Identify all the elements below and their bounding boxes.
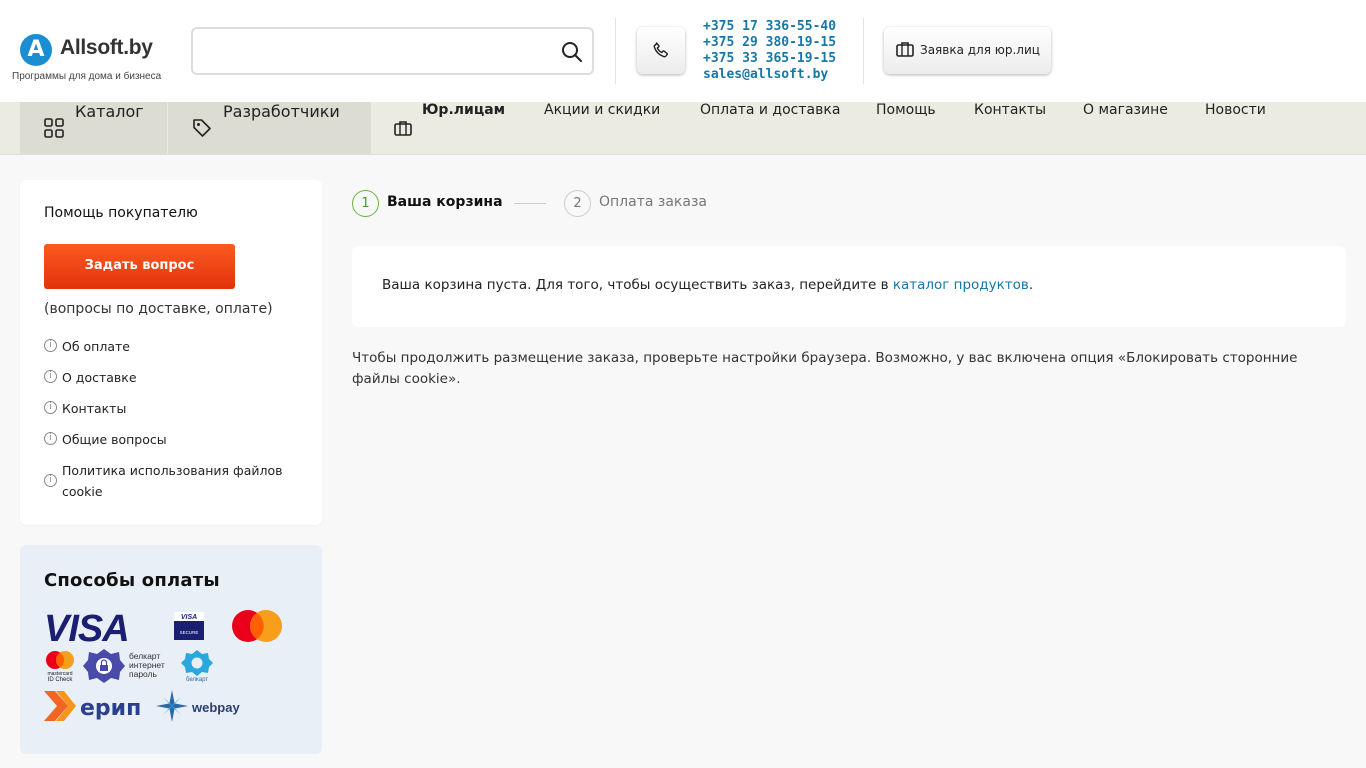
help-link-payment[interactable]: i Об оплате <box>44 336 304 357</box>
empty-cart-text-end: . <box>1028 277 1034 293</box>
header-divider <box>863 18 864 84</box>
corporate-request-label: Заявка для юр.лиц <box>920 43 1040 57</box>
help-link-delivery[interactable]: i О доставке <box>44 367 304 388</box>
briefcase-icon <box>394 121 412 136</box>
payment-logos: VISA VISA SECURE mastercard ID Check бел… <box>44 608 282 722</box>
phone-number[interactable]: +375 29 380-19-15 <box>703 35 836 51</box>
cookie-note: Чтобы продолжить размещение заказа, пров… <box>352 350 1298 387</box>
briefcase-icon <box>896 42 914 57</box>
svg-text:пароль: пароль <box>129 669 158 679</box>
step-1-label: Ваша корзина <box>387 194 503 210</box>
phone-number[interactable]: +375 17 336-55-40 <box>703 19 836 35</box>
nav-developers[interactable]: Разработчики <box>168 102 371 154</box>
ask-question-button[interactable]: Задать вопрос <box>44 244 235 289</box>
svg-text:ерип: ерип <box>80 696 141 721</box>
empty-cart-text: Ваша корзина пуста. Для того, чтобы осущ… <box>382 277 893 293</box>
checkout-steps: 1 Ваша корзина 2 Оплата заказа <box>352 190 752 218</box>
help-link-faq[interactable]: i Общие вопросы <box>44 429 304 450</box>
svg-text:белкарт: белкарт <box>186 677 208 683</box>
info-icon: i <box>44 339 57 352</box>
main-nav: Каталог Разработчики Юр.лицам Акции и ск… <box>0 102 1366 155</box>
search-box <box>191 27 594 75</box>
nav-developers-label: Разработчики <box>223 102 340 121</box>
svg-text:VISA: VISA <box>181 614 197 621</box>
nav-help[interactable]: Помощь <box>876 102 936 154</box>
belkart-logo: белкарт <box>181 650 213 683</box>
customer-help-card: Помощь покупателю Задать вопрос (вопросы… <box>20 180 322 525</box>
search-icon[interactable] <box>560 40 584 64</box>
logo-mark-icon: A <box>20 34 52 66</box>
grid-icon <box>44 118 64 138</box>
info-icon: i <box>44 401 57 414</box>
site-header: A Allsoft.by Программы для дома и бизнес… <box>0 0 1366 102</box>
svg-text:webpay: webpay <box>191 700 240 715</box>
visa-secure-logo: VISA SECURE <box>174 612 204 640</box>
step-1-number: 1 <box>352 190 379 217</box>
nav-promotions[interactable]: Акции и скидки <box>544 102 660 154</box>
phone-number[interactable]: +375 33 365-19-15 <box>703 51 836 67</box>
step-2-number: 2 <box>564 190 591 217</box>
info-icon: i <box>44 370 57 383</box>
nav-corporate[interactable]: Юр.лицам <box>392 102 522 154</box>
info-icon: i <box>44 474 57 487</box>
call-button[interactable] <box>637 27 685 74</box>
belkart-internet-password-logo: белкарт интернет пароль <box>83 649 165 683</box>
help-title: Помощь покупателю <box>44 205 198 221</box>
help-link-cookie-policy[interactable]: i Политика использования файлов cookie <box>44 460 304 502</box>
nav-news[interactable]: Новости <box>1205 102 1266 154</box>
payment-methods-card: Способы оплаты VISA VISA SECURE masterca… <box>20 545 322 754</box>
help-link-contacts[interactable]: i Контакты <box>44 398 304 419</box>
nav-contacts[interactable]: Контакты <box>974 102 1046 154</box>
visa-logo: VISA <box>44 608 129 650</box>
nav-catalog-label: Каталог <box>75 102 144 121</box>
cart-box: Ваша корзина пуста. Для того, чтобы осущ… <box>352 246 1346 327</box>
search-input[interactable] <box>203 39 553 63</box>
svg-text:ID Check: ID Check <box>48 677 74 683</box>
help-note: (вопросы по доставке, оплате) <box>44 301 273 317</box>
info-icon: i <box>44 432 57 445</box>
corporate-request-button[interactable]: Заявка для юр.лиц <box>884 27 1051 74</box>
site-logo[interactable]: A Allsoft.by Программы для дома и бизнес… <box>12 34 182 86</box>
logo-text: Allsoft.by <box>60 36 153 59</box>
step-connector <box>514 203 546 204</box>
webpay-logo: webpay <box>156 690 240 722</box>
step-2-label: Оплата заказа <box>599 194 707 210</box>
empty-cart-message: Ваша корзина пуста. Для того, чтобы осущ… <box>382 277 1033 293</box>
tag-icon <box>193 119 211 137</box>
nav-about[interactable]: О магазине <box>1083 102 1168 154</box>
email-link[interactable]: sales@allsoft.by <box>703 67 836 83</box>
mastercard-logo <box>232 610 282 642</box>
phone-icon <box>653 42 668 58</box>
svg-text:SECURE: SECURE <box>180 630 199 635</box>
header-divider <box>615 18 616 84</box>
contact-phones: +375 17 336-55-40 +375 29 380-19-15 +375… <box>703 19 836 83</box>
catalog-link[interactable]: каталог продуктов <box>893 277 1029 293</box>
erip-logo: ерип <box>44 691 141 721</box>
mastercard-id-check-logo: mastercard ID Check <box>46 651 74 683</box>
logo-subtitle: Программы для дома и бизнеса <box>12 71 162 82</box>
nav-catalog[interactable]: Каталог <box>20 102 167 154</box>
nav-corporate-label: Юр.лицам <box>422 102 506 118</box>
nav-payment-delivery[interactable]: Оплата и доставка <box>700 102 840 154</box>
